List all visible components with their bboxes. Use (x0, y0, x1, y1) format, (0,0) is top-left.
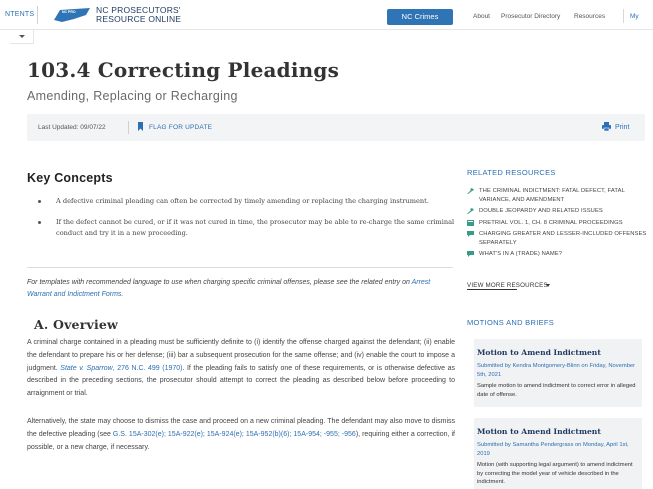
flag-for-update-link[interactable]: FLAG FOR UPDATE (149, 124, 212, 131)
note-text-end: . (121, 291, 124, 298)
resource-item[interactable]: DOUBLE JEOPARDY AND RELATED ISSUES (467, 207, 647, 216)
related-resources-list: THE CRIMINAL INDICTMENT: FATAL DEFECT, F… (467, 187, 647, 262)
site-name[interactable]: NC PROSECUTORS' RESOURCE ONLINE (96, 6, 181, 24)
resource-item[interactable]: WHAT'S IN A (TRADE) NAME? (467, 250, 647, 259)
related-resources-heading: RELATED RESOURCES (467, 168, 556, 177)
motion-card[interactable]: Motion to Amend Indictment Submitted by … (474, 339, 642, 407)
overview-paragraph-2: Alternatively, the state may choose to d… (27, 416, 455, 454)
link-underline (467, 289, 517, 290)
bookmark-flag-icon[interactable] (138, 122, 143, 131)
overview-paragraph-1: A criminal charge contained in a pleadin… (27, 337, 455, 401)
motion-title[interactable]: Motion to Amend Indictment (477, 348, 601, 357)
logo-badge-text: NC PRO (62, 10, 76, 14)
section-divider (27, 267, 453, 268)
print-link[interactable]: Print (615, 124, 629, 131)
view-more-resources-link[interactable]: VIEW MORE RESOURCES (467, 282, 548, 289)
nc-state-logo-icon[interactable]: NC PRO (52, 6, 92, 23)
resource-label: DOUBLE JEOPARDY AND RELATED ISSUES (479, 208, 603, 214)
resource-item[interactable]: CHARGING GREATER AND LESSER-INCLUDED OFF… (467, 230, 647, 247)
meta-divider (128, 121, 129, 134)
resource-label: WHAT'S IN A (TRADE) NAME? (479, 251, 563, 257)
book-icon (467, 219, 474, 226)
contents-link[interactable]: NTENTS (5, 11, 34, 18)
print-icon[interactable] (602, 122, 611, 131)
comment-icon (467, 251, 474, 257)
motion-description: Motion (with supporting legal argument) … (477, 462, 633, 485)
resource-label: THE CRIMINAL INDICTMENT: FATAL DEFECT, F… (479, 188, 625, 203)
site-name-line2: RESOURCE ONLINE (96, 14, 182, 24)
page-title: 103.4 Correcting Pleadings (27, 58, 340, 82)
top-navigation: NTENTS NC PRO NC PROSECUTORS' RESOURCE O… (0, 0, 653, 30)
motion-card[interactable]: Motion to Amend Indictment Submitted by … (474, 418, 642, 489)
nc-crimes-button[interactable]: NC Crimes (387, 9, 453, 25)
resource-label: CHARGING GREATER AND LESSER-INCLUDED OFF… (479, 231, 647, 246)
chevron-down-icon (19, 35, 25, 38)
gavel-icon (467, 208, 474, 214)
note-text: For templates with recommended language … (27, 279, 412, 286)
list-item: A defective criminal pleading can often … (38, 196, 455, 207)
comment-icon (467, 231, 474, 237)
templates-note: For templates with recommended language … (27, 277, 455, 301)
nav-link-my-account[interactable]: My (630, 13, 639, 20)
nav-link-about[interactable]: About (473, 13, 490, 20)
motion-submitted-by: Submitted by Kendra Montgomery-Blinn on … (477, 363, 636, 378)
meta-bar: Last Updated: 09/07/22 FLAG FOR UPDATE P… (27, 114, 645, 141)
key-concepts-list: A defective criminal pleading can often … (38, 196, 455, 249)
overview-heading: A. Overview (34, 317, 119, 332)
resource-item[interactable]: PRETRIAL VOL. 1, CH. 8 CRIMINAL PROCEEDI… (467, 219, 647, 228)
resource-label: PRETRIAL VOL. 1, CH. 8 CRIMINAL PROCEEDI… (479, 219, 623, 226)
nav-link-resources[interactable]: Resources (574, 13, 605, 20)
chevron-down-icon[interactable] (546, 284, 550, 287)
resource-item[interactable]: THE CRIMINAL INDICTMENT: FATAL DEFECT, F… (467, 187, 647, 204)
nav-link-prosecutor-directory[interactable]: Prosecutor Directory (501, 13, 560, 20)
gavel-icon (467, 188, 474, 194)
nav-divider (623, 9, 624, 23)
nav-divider (37, 6, 38, 24)
last-updated: Last Updated: 09/07/22 (38, 124, 106, 131)
state-v-sparrow-link[interactable]: State v. Sparrow (60, 365, 112, 372)
toc-toggle[interactable] (10, 30, 34, 44)
page-subtitle: Amending, Replacing or Recharging (27, 89, 238, 103)
statutes-link[interactable]: G.S. 15A-302(e); 15A-922(e); 15A-924(e);… (113, 431, 356, 438)
motions-briefs-heading: MOTIONS AND BRIEFS (467, 318, 555, 327)
key-concepts-heading: Key Concepts (27, 171, 113, 185)
motion-description: Sample motion to amend indictment to cor… (477, 383, 636, 398)
case-citation-link[interactable]: , 276 N.C. 499 (1970) (113, 365, 183, 372)
list-item: If the defect cannot be cured, or if it … (38, 217, 455, 239)
motion-title[interactable]: Motion to Amend Indictment (477, 427, 601, 436)
motion-submitted-by: Submitted by Samantha Pendergrass on Mon… (477, 442, 629, 457)
